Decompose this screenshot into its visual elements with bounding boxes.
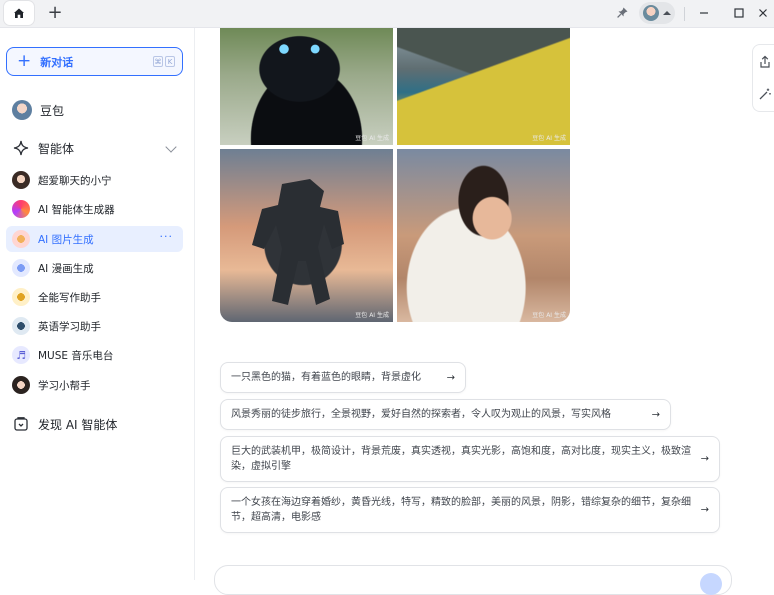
sidebar-item-doubao[interactable]: 豆包 bbox=[6, 97, 183, 123]
magic-wand-icon[interactable] bbox=[758, 87, 772, 101]
sidebar-item-label: AI 智能体生成器 bbox=[38, 203, 115, 216]
suggestion-chip[interactable]: 一只黑色的猫，有着蓝色的眼睛，背景虚化 → bbox=[220, 362, 466, 393]
comic-icon bbox=[12, 259, 30, 277]
mech-robot-image[interactable]: 豆包 AI 生成 bbox=[220, 149, 393, 322]
sidebar-item-label: 智能体 bbox=[38, 141, 75, 156]
sidebar-item-label: 发现 AI 智能体 bbox=[38, 417, 118, 432]
divider bbox=[684, 7, 685, 21]
sidebar-item-agent-generator[interactable]: AI 智能体生成器 bbox=[6, 196, 183, 222]
chevron-down-icon[interactable] bbox=[165, 141, 177, 153]
sidebar-item-agents[interactable]: 智能体 bbox=[6, 135, 183, 161]
right-tool-rail bbox=[752, 44, 774, 112]
send-button[interactable] bbox=[700, 573, 722, 595]
globe-icon bbox=[12, 317, 30, 335]
avatar bbox=[643, 5, 659, 21]
music-icon: ♬ bbox=[12, 346, 30, 364]
sidebar-item-label: 豆包 bbox=[40, 103, 65, 118]
suggestion-text: 风景秀丽的徒步旅行，全景视野，爱好自然的探索者，令人叹为观止的风景，写实风格 bbox=[231, 409, 611, 420]
sidebar-item-comic-generation[interactable]: AI 漫画生成 bbox=[6, 255, 183, 281]
sidebar-item-muse-radio[interactable]: ♬ MUSE 音乐电台 bbox=[6, 342, 183, 368]
sidebar-item-study-helper[interactable]: 学习小帮手 bbox=[6, 372, 183, 398]
bride-portrait-image[interactable]: 豆包 AI 生成 bbox=[397, 149, 570, 322]
caret-up-icon bbox=[663, 11, 671, 15]
suggestion-text: 巨大的武装机甲，极简设计，背景荒废，真实透视，真实光影，高饱和度，高对比度，现实… bbox=[231, 446, 691, 472]
doubao-avatar-icon bbox=[12, 100, 32, 120]
sidebar-item-label: 超爱聊天的小宁 bbox=[38, 174, 112, 187]
share-icon[interactable] bbox=[758, 55, 772, 69]
discover-store-icon bbox=[14, 417, 28, 431]
sidebar-item-discover-agents[interactable]: 发现 AI 智能体 bbox=[6, 411, 183, 437]
minimize-icon bbox=[700, 12, 708, 14]
suggestion-chip[interactable]: 风景秀丽的徒步旅行，全景视野，爱好自然的探索者，令人叹为观止的风景，写实风格 → bbox=[220, 399, 671, 430]
more-options-icon[interactable]: ··· bbox=[160, 230, 174, 243]
pen-icon bbox=[12, 288, 30, 306]
sidebar-item-writing-assistant[interactable]: 全能写作助手 bbox=[6, 284, 183, 310]
maximize-icon bbox=[734, 8, 744, 18]
new-tab-button[interactable]: + bbox=[40, 1, 70, 25]
close-button[interactable] bbox=[754, 4, 772, 22]
shortcut-key-cmd: ⌘ bbox=[153, 56, 163, 67]
new-chat-label: 新对话 bbox=[40, 55, 74, 69]
student-avatar-icon bbox=[12, 376, 30, 394]
fjord-landscape-image[interactable]: 豆包 AI 生成 bbox=[397, 28, 570, 145]
sidebar-item-label: AI 漫画生成 bbox=[38, 262, 94, 275]
close-icon bbox=[759, 9, 767, 17]
sidebar-item-label: MUSE 音乐电台 bbox=[38, 349, 114, 362]
sidebar-item-english-assistant[interactable]: 英语学习助手 bbox=[6, 313, 183, 339]
sidebar-item-label: 英语学习助手 bbox=[38, 320, 101, 333]
sidebar-item-xiaoning[interactable]: 超爱聊天的小宁 bbox=[6, 167, 183, 193]
black-cat-image[interactable]: 豆包 AI 生成 bbox=[220, 28, 393, 145]
mech-silhouette bbox=[252, 179, 344, 305]
message-input[interactable] bbox=[214, 565, 732, 595]
sidebar-item-label: 全能写作助手 bbox=[38, 291, 101, 304]
sidebar: + 新对话 ⌘ K 豆包 智能体 超爱聊天的小宁 AI 智能体生成器 AI 图片… bbox=[0, 28, 195, 580]
sidebar-item-label: AI 图片生成 bbox=[38, 233, 94, 246]
ai-watermark: 豆包 AI 生成 bbox=[355, 312, 389, 319]
suggestion-chip[interactable]: 一个女孩在海边穿着婚纱，黄昏光线，特写，精致的脸部，美丽的风景，阴影，错综复杂的… bbox=[220, 487, 720, 533]
ai-watermark: 豆包 AI 生成 bbox=[532, 135, 566, 142]
arrow-right-icon: → bbox=[700, 504, 709, 516]
home-tab[interactable] bbox=[4, 1, 34, 25]
gradient-orb-icon bbox=[12, 200, 30, 218]
pin-icon[interactable] bbox=[616, 6, 629, 19]
suggestion-text: 一只黑色的猫，有着蓝色的眼睛，背景虚化 bbox=[231, 372, 421, 383]
new-chat-button[interactable]: + 新对话 ⌘ K bbox=[6, 47, 183, 76]
sidebar-item-label: 学习小帮手 bbox=[38, 379, 91, 392]
shortcut-key-k: K bbox=[165, 56, 175, 67]
avatar-girl-icon bbox=[12, 171, 30, 189]
plus-icon: + bbox=[17, 51, 32, 71]
arrow-right-icon: → bbox=[446, 372, 455, 383]
home-icon bbox=[14, 8, 24, 18]
minimize-button[interactable] bbox=[695, 4, 713, 22]
arrow-right-icon: → bbox=[651, 409, 660, 420]
suggestion-text: 一个女孩在海边穿着婚纱，黄昏光线，特写，精致的脸部，美丽的风景，阴影，错综复杂的… bbox=[231, 497, 691, 523]
sparkle-icon bbox=[13, 140, 29, 156]
arrow-right-icon: → bbox=[700, 453, 709, 465]
user-avatar-menu[interactable] bbox=[639, 2, 675, 24]
ai-watermark: 豆包 AI 生成 bbox=[532, 312, 566, 319]
maximize-button[interactable] bbox=[730, 4, 748, 22]
suggestion-chip[interactable]: 巨大的武装机甲，极简设计，背景荒废，真实透视，真实光影，高饱和度，高对比度，现实… bbox=[220, 436, 720, 482]
sidebar-item-image-generation[interactable]: AI 图片生成 ··· bbox=[6, 226, 183, 252]
ai-watermark: 豆包 AI 生成 bbox=[355, 135, 389, 142]
title-bar: + bbox=[0, 0, 774, 28]
palette-icon bbox=[12, 230, 30, 248]
